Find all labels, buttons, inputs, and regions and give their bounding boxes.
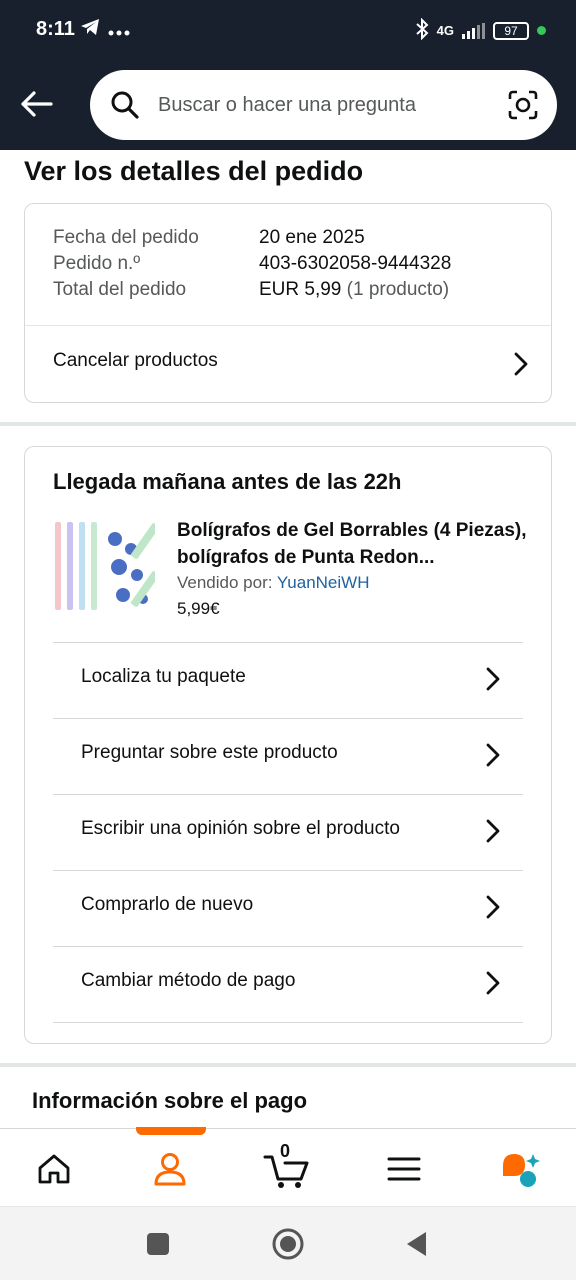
nav-home[interactable] [32, 1147, 76, 1191]
action-label[interactable]: Escribir una opinión sobre el producto [81, 818, 400, 840]
battery-indicator: 97 [493, 21, 529, 40]
top-bar: 8:11 4G 97 Buscar o hacer una pregunta [0, 0, 576, 150]
section-separator [0, 1063, 576, 1067]
action-write-review[interactable]: Escribir una opinión sobre el producto [53, 795, 523, 870]
chevron-right-icon [486, 667, 500, 691]
status-time: 8:11 [36, 18, 75, 40]
signal-icon [462, 22, 485, 39]
cancel-products-row[interactable]: Cancelar productos [25, 326, 551, 402]
chevron-right-icon [486, 819, 500, 843]
order-date-value: 20 ene 2025 [259, 227, 365, 248]
camera-scan-icon[interactable] [507, 89, 539, 121]
order-date-label: Fecha del pedido [53, 227, 199, 248]
cancel-products-label[interactable]: Cancelar productos [53, 350, 218, 372]
chevron-right-icon [486, 971, 500, 995]
product-price: 5,99€ [177, 599, 220, 618]
nav-cart[interactable]: 0 [262, 1141, 312, 1191]
bluetooth-icon [415, 17, 429, 43]
product-title[interactable]: Bolígrafos de Gel Borrables (4 Piezas), … [177, 517, 529, 571]
back-button[interactable] [14, 84, 58, 124]
nav-account[interactable] [148, 1147, 192, 1191]
section-separator [0, 422, 576, 426]
order-total-amount: EUR 5,99 [259, 279, 342, 300]
shipment-card: Llegada mañana antes de las 22h Bolígraf… [24, 446, 552, 1044]
bottom-nav: 0 [0, 1127, 576, 1206]
system-nav-bar [0, 1206, 576, 1280]
back-system-button[interactable] [400, 1227, 434, 1261]
order-summary-card: Fecha del pedido 20 ene 2025 Pedido n.º … [24, 203, 552, 403]
back-triangle-icon [407, 1232, 426, 1256]
order-total-note: (1 producto) [346, 279, 450, 300]
home-circle-icon [272, 1228, 304, 1260]
action-label[interactable]: Comprarlo de nuevo [81, 894, 253, 916]
home-icon [38, 1154, 70, 1184]
action-label[interactable]: Cambiar método de pago [81, 970, 295, 992]
chevron-right-icon [514, 352, 528, 376]
telegram-icon [80, 18, 100, 42]
nav-rufus[interactable] [498, 1147, 542, 1191]
action-buy-again[interactable]: Comprarlo de nuevo [53, 871, 523, 946]
home-system-button[interactable] [271, 1227, 305, 1261]
chevron-right-icon [486, 895, 500, 919]
sold-by-label: Vendido por: [177, 573, 273, 592]
sold-by: Vendido por: YuanNeiWH [177, 573, 370, 593]
active-tab-indicator [136, 1127, 206, 1135]
divider [53, 1022, 523, 1023]
action-change-payment[interactable]: Cambiar método de pago [53, 947, 523, 1022]
payment-info-heading: Información sobre el pago [32, 1088, 308, 1113]
menu-icon [387, 1157, 421, 1181]
recents-button[interactable] [141, 1227, 175, 1261]
recents-icon [147, 1233, 169, 1255]
arrival-heading: Llegada mañana antes de las 22h [53, 469, 402, 494]
action-label[interactable]: Preguntar sobre este producto [81, 742, 338, 764]
arrow-left-icon [21, 91, 53, 117]
order-total-label: Total del pedido [53, 279, 187, 300]
action-ask-product[interactable]: Preguntar sobre este producto [53, 719, 523, 794]
action-label[interactable]: Localiza tu paquete [81, 666, 246, 688]
chevron-right-icon [486, 743, 500, 767]
search-bar[interactable]: Buscar o hacer una pregunta [90, 70, 557, 140]
action-track-package[interactable]: Localiza tu paquete [53, 643, 523, 718]
page-title: Ver los detalles del pedido [24, 156, 364, 186]
search-icon [111, 91, 139, 119]
rufus-icon [503, 1154, 540, 1187]
product-image[interactable] [53, 517, 159, 617]
cart-count: 0 [280, 1141, 291, 1161]
more-dots-icon [108, 19, 130, 42]
account-icon [154, 1153, 186, 1186]
network-label: 4G [436, 23, 454, 38]
status-right: 4G 97 [415, 17, 546, 43]
nav-menu[interactable] [382, 1147, 426, 1191]
order-total-value: EUR 5,99 (1 producto) [259, 279, 449, 301]
status-dot [537, 26, 546, 35]
seller-link[interactable]: YuanNeiWH [277, 573, 370, 592]
order-number-value: 403-6302058-9444328 [259, 253, 452, 274]
order-number-label: Pedido n.º [53, 253, 141, 274]
status-left-icons [80, 18, 130, 42]
search-placeholder[interactable]: Buscar o hacer una pregunta [158, 94, 507, 117]
